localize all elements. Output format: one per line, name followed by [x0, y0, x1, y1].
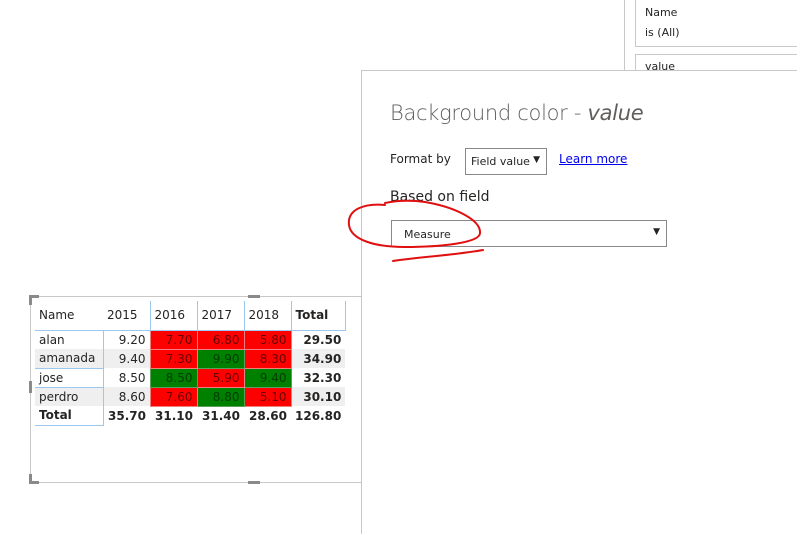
- table-row[interactable]: jose 8.50 8.50 5.90 9.40 32.30: [35, 367, 345, 388]
- row-total-cell: 29.50: [303, 332, 342, 347]
- value-cell: 5.10: [243, 386, 292, 407]
- chevron-down-icon: ▼: [653, 227, 660, 237]
- row-total-cell: 32.30: [303, 370, 342, 385]
- table-row[interactable]: amanada 9.40 7.30 9.90 8.30 34.90: [35, 348, 346, 369]
- row-header-name: alan: [35, 330, 104, 349]
- row-total-cell: 30.10: [291, 387, 346, 406]
- based-on-field-dropdown[interactable]: Measure ▼: [391, 220, 667, 247]
- resize-handle-top[interactable]: [248, 295, 260, 298]
- dialog-title-text: Background color -: [390, 101, 588, 125]
- value-cell: 8.30: [243, 348, 292, 369]
- row-header-name: perdro: [35, 386, 104, 406]
- filter-condition-label: is (All): [645, 26, 680, 39]
- background-color-dialog: Background color - value Format by Field…: [361, 70, 797, 534]
- matrix-visual[interactable]: Name 2015 2016 2017 2018 Total alan 9.20 7…: [29, 295, 361, 484]
- column-total-cell: 35.70: [108, 408, 146, 423]
- header-row: Name 2015 2016 2017 2018 Total: [35, 301, 346, 331]
- filter-field-label: Name: [645, 6, 678, 19]
- value-cell: 6.80: [196, 329, 245, 350]
- value-cell: 7.60: [149, 386, 198, 407]
- value-cell: 9.40: [243, 367, 292, 388]
- value-cell: 8.80: [196, 386, 245, 407]
- dialog-title-field: value: [587, 101, 644, 125]
- column-total-cell: 31.40: [202, 408, 240, 423]
- value-cell: 9.20: [118, 332, 146, 347]
- value-cell: 5.90: [196, 367, 245, 388]
- column-header-2017[interactable]: 2017: [196, 301, 244, 331]
- value-cell: 5.80: [243, 329, 292, 350]
- value-cell: 9.40: [103, 349, 150, 368]
- column-total-cell: 31.10: [155, 408, 193, 423]
- resize-handle-top-left[interactable]: [29, 295, 32, 305]
- resize-handle-bottom[interactable]: [248, 481, 260, 484]
- column-header-total[interactable]: Total: [290, 301, 346, 331]
- row-header-name: amanada: [35, 349, 104, 368]
- learn-more-link[interactable]: Learn more: [559, 152, 627, 166]
- value-cell: 9.90: [196, 348, 245, 369]
- based-on-field-label: Based on field: [390, 189, 490, 205]
- table-row[interactable]: perdro 8.60 7.60 8.80 5.10 30.10: [35, 386, 346, 407]
- filter-card-name[interactable]: Name is (All): [635, 0, 797, 47]
- value-cell: 8.50: [149, 367, 198, 388]
- matrix-table: Name 2015 2016 2017 2018 Total alan 9.20 7…: [35, 301, 346, 426]
- column-total-cell: 28.60: [249, 408, 287, 423]
- value-cell: 7.70: [149, 329, 198, 350]
- format-by-value: Field value: [471, 155, 530, 168]
- resize-handle-left[interactable]: [29, 381, 32, 393]
- value-cell: 8.60: [103, 387, 150, 406]
- format-by-dropdown[interactable]: Field value ▼: [465, 148, 547, 175]
- based-on-field-value: Measure: [404, 228, 451, 241]
- column-header-2015[interactable]: 2015: [103, 301, 150, 331]
- value-cell: 7.30: [149, 348, 198, 369]
- dialog-title: Background color - value: [390, 101, 644, 125]
- resize-handle-bottom-left[interactable]: [29, 474, 32, 484]
- chevron-down-icon: ▼: [533, 155, 540, 165]
- row-total-cell: 34.90: [291, 349, 346, 368]
- column-header-name[interactable]: Name: [35, 301, 103, 331]
- column-header-2018[interactable]: 2018: [243, 301, 291, 331]
- format-by-label: Format by: [390, 152, 451, 166]
- table-row[interactable]: alan 9.20 7.70 6.80 5.80 29.50: [35, 329, 345, 350]
- value-cell: 8.50: [118, 370, 146, 385]
- total-row-label: Total: [35, 406, 104, 426]
- grand-total-cell: 126.80: [295, 408, 342, 423]
- column-header-2016[interactable]: 2016: [149, 301, 197, 331]
- filter-pane: Name is (All) value: [624, 0, 797, 74]
- row-header-name: jose: [35, 367, 104, 387]
- total-row: Total 35.70 31.10 31.40 28.60 126.80: [35, 406, 345, 426]
